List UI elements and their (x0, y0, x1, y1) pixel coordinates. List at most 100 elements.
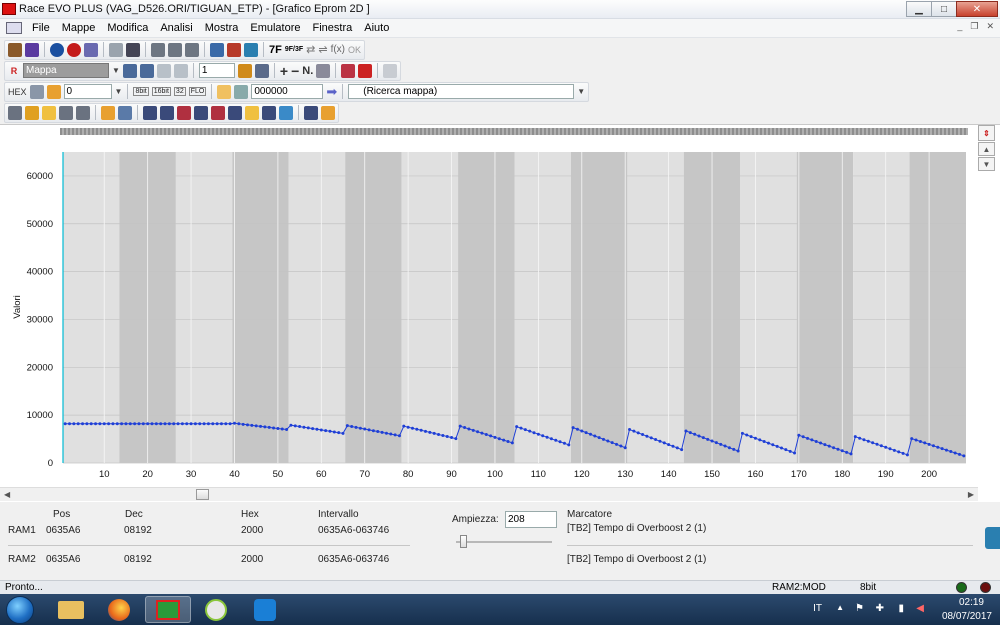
compare-icon[interactable] (126, 42, 140, 57)
menu-file[interactable]: File (26, 22, 56, 34)
tray-expand-icon[interactable]: ▲ (836, 603, 844, 612)
firefox-taskbar-button[interactable] (96, 596, 142, 623)
emulator-icon[interactable] (210, 42, 224, 57)
save-map-icon[interactable] (25, 42, 39, 57)
menu-finestra[interactable]: Finestra (307, 22, 359, 34)
go-arrow-icon[interactable]: ➡ (326, 84, 337, 100)
stop-icon[interactable] (67, 42, 81, 57)
close-button[interactable]: ✕ (956, 1, 998, 17)
document-icon[interactable] (6, 22, 22, 34)
race-evo-taskbar-button[interactable] (145, 596, 191, 623)
side-tab-icon[interactable] (985, 527, 1000, 549)
mdi-close-button[interactable]: ✕ (986, 21, 994, 32)
curve-chart-icon[interactable] (42, 105, 56, 120)
table-icon[interactable] (173, 63, 188, 78)
table-view-icon[interactable] (59, 105, 73, 120)
paste-selection-icon[interactable] (118, 105, 132, 120)
bit16-button[interactable]: 16bit (151, 87, 171, 96)
copy-selection-icon[interactable] (101, 105, 115, 120)
lo-hi-icon[interactable] (234, 84, 249, 99)
app-taskbar-button[interactable] (193, 596, 239, 623)
subtract-icon[interactable]: − (291, 63, 299, 79)
scroll-up-icon[interactable]: ▲ (978, 142, 995, 156)
export-icon[interactable] (358, 63, 373, 78)
grid-icon[interactable] (156, 63, 171, 78)
scroll-left-icon[interactable]: ◀ (4, 490, 10, 499)
mdi-restore-button[interactable]: ❐ (970, 21, 978, 32)
marker-5-icon[interactable] (211, 105, 225, 120)
teamviewer-taskbar-button[interactable] (242, 596, 288, 623)
ok-button[interactable]: OK (348, 45, 361, 55)
start-button[interactable] (6, 596, 34, 624)
window-icon[interactable] (185, 42, 199, 57)
chevron-down-icon[interactable]: ▼ (112, 66, 120, 75)
marker-3-icon[interactable] (177, 105, 191, 120)
menu-mostra[interactable]: Mostra (199, 22, 245, 34)
network-icon[interactable]: ✚ (876, 603, 884, 614)
bit8-button[interactable]: 8bit (133, 87, 149, 96)
amplitude-input[interactable]: 208 (505, 511, 557, 528)
expand-icon[interactable] (304, 105, 318, 120)
percent-icon[interactable] (254, 63, 269, 78)
scroll-down-icon[interactable]: ▼ (978, 157, 995, 171)
mask-7f-button[interactable]: 7F (269, 44, 282, 56)
scroll-right-icon[interactable]: ▶ (968, 490, 974, 499)
import-icon[interactable] (383, 63, 398, 78)
bit32-button[interactable]: 32 (173, 87, 186, 96)
layout-icon[interactable] (29, 84, 44, 99)
add-icon[interactable]: + (280, 63, 288, 79)
map-next-icon[interactable] (139, 63, 154, 78)
checksum-icon[interactable] (109, 42, 123, 57)
map-prev-icon[interactable] (122, 63, 137, 78)
eprom-2d-chart[interactable]: 0 10000 20000 30000 40000 50000 60000 10 20 30 40 5… (0, 125, 978, 488)
marker-6-icon[interactable] (228, 105, 242, 120)
function-button[interactable]: f(x) (331, 44, 345, 55)
line-chart-icon[interactable] (25, 105, 39, 120)
address-input[interactable]: 000000 (251, 84, 324, 99)
info-icon[interactable] (50, 42, 64, 57)
volume-muted-icon[interactable]: ◀ (916, 603, 924, 614)
offset-select[interactable]: 0 (63, 84, 112, 99)
edit-icon[interactable] (316, 63, 331, 78)
note-icon[interactable] (321, 105, 335, 120)
mdi-minimize-button[interactable]: _ (957, 21, 962, 32)
float-button[interactable]: FLO (188, 87, 207, 96)
amplitude-slider-thumb[interactable] (459, 535, 467, 548)
menu-aiuto[interactable]: Aiuto (358, 22, 395, 34)
map-select[interactable]: Mappa (23, 63, 109, 78)
menu-emulatore[interactable]: Emulatore (244, 22, 306, 34)
refresh-icon[interactable] (244, 42, 258, 57)
mask-9f-button[interactable]: 9F/3F (285, 46, 303, 53)
zoom-reset-icon[interactable]: ⇕ (978, 125, 995, 141)
clock-date[interactable]: 08/07/2017 (942, 611, 992, 622)
step-input[interactable]: 1 (198, 63, 235, 78)
signal-icon[interactable]: ▮ (898, 603, 904, 614)
flash-icon[interactable] (227, 42, 241, 57)
abc-sort-icon[interactable] (237, 63, 252, 78)
color-grid-icon[interactable] (279, 105, 293, 120)
menu-mappe[interactable]: Mappe (56, 22, 102, 34)
chevron-down-icon[interactable]: ▼ (115, 87, 123, 96)
amplitude-slider-track[interactable] (456, 541, 552, 543)
marker-8-icon[interactable] (262, 105, 276, 120)
horizontal-scrollbar[interactable]: ◀ ▶ (0, 487, 978, 501)
n-value-button[interactable]: N. (302, 65, 313, 77)
copy-map-icon[interactable] (341, 63, 356, 78)
tools-icon[interactable] (84, 42, 98, 57)
paste-icon[interactable] (168, 42, 182, 57)
marker-4-icon[interactable] (194, 105, 208, 120)
hi-lo-icon[interactable] (217, 84, 232, 99)
chevron-down-icon[interactable]: ▼ (577, 87, 585, 96)
marker-2-icon[interactable] (160, 105, 174, 120)
equal-icon[interactable]: ⇌ (318, 43, 327, 56)
copy-icon[interactable] (151, 42, 165, 57)
menu-analisi[interactable]: Analisi (154, 22, 198, 34)
open-map-icon[interactable] (8, 42, 22, 57)
language-indicator[interactable]: IT (813, 603, 822, 614)
flag-icon[interactable]: ⚑ (855, 603, 864, 614)
marker-7-icon[interactable] (245, 105, 259, 120)
maximize-button[interactable]: □ (931, 1, 957, 17)
hex-toggle-button[interactable]: HEX (8, 87, 27, 97)
grid-view-icon[interactable] (8, 105, 22, 120)
scrollbar-thumb[interactable] (196, 489, 209, 500)
